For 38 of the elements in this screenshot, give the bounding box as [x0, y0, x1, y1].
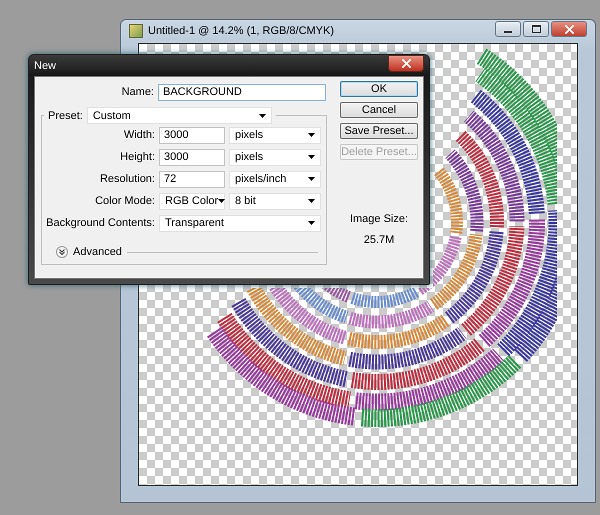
value-field[interactable]: 3000 — [159, 148, 225, 166]
caret-icon — [308, 133, 315, 137]
maximize-button[interactable] — [523, 21, 549, 37]
field-label: Height: — [119, 151, 155, 163]
field-label: Name: — [120, 86, 154, 98]
caret-icon — [308, 155, 315, 159]
expand-button[interactable] — [56, 246, 68, 258]
contents-dropdown[interactable]: Transparent — [159, 214, 321, 232]
dialog-button[interactable]: OK — [340, 81, 418, 97]
caret-icon — [308, 221, 315, 225]
dialog-title: New — [34, 60, 56, 72]
unit-dropdown[interactable]: pixels/inch — [229, 170, 321, 188]
field-label: Color Mode: — [94, 195, 155, 207]
image-size-label: Image Size: — [350, 213, 408, 225]
document-icon — [129, 24, 143, 38]
unit-dropdown[interactable]: pixels — [229, 148, 321, 166]
dialog-button[interactable]: Cancel — [340, 102, 418, 118]
field-label: Resolution: — [98, 173, 155, 185]
caret-icon — [218, 199, 226, 203]
name-field[interactable]: BACKGROUND — [158, 84, 326, 100]
value-field[interactable]: 72 — [159, 170, 225, 188]
field-label: Background Contents: — [45, 217, 155, 229]
preset-dropdown[interactable]: Custom — [86, 107, 272, 124]
field-label: Preset: — [48, 110, 83, 122]
minimize-button[interactable] — [495, 21, 521, 37]
mode-dropdown[interactable]: RGB Color — [159, 192, 225, 210]
close-button[interactable] — [388, 54, 424, 72]
unit-dropdown[interactable]: pixels — [229, 126, 321, 144]
value-field[interactable]: 3000 — [159, 126, 225, 144]
dialog-button[interactable]: Save Preset... — [340, 123, 418, 139]
section-label: Advanced — [73, 246, 122, 258]
image-size-value: 25.7M — [364, 234, 394, 246]
caret-icon — [308, 199, 315, 203]
depth-dropdown[interactable]: 8 bit — [229, 192, 321, 210]
caret-icon — [258, 114, 266, 118]
window-title: Untitled-1 @ 14.2% (1, RGB/8/CMYK) — [148, 25, 334, 37]
caret-icon — [308, 177, 315, 181]
field-label: Width: — [122, 129, 155, 141]
